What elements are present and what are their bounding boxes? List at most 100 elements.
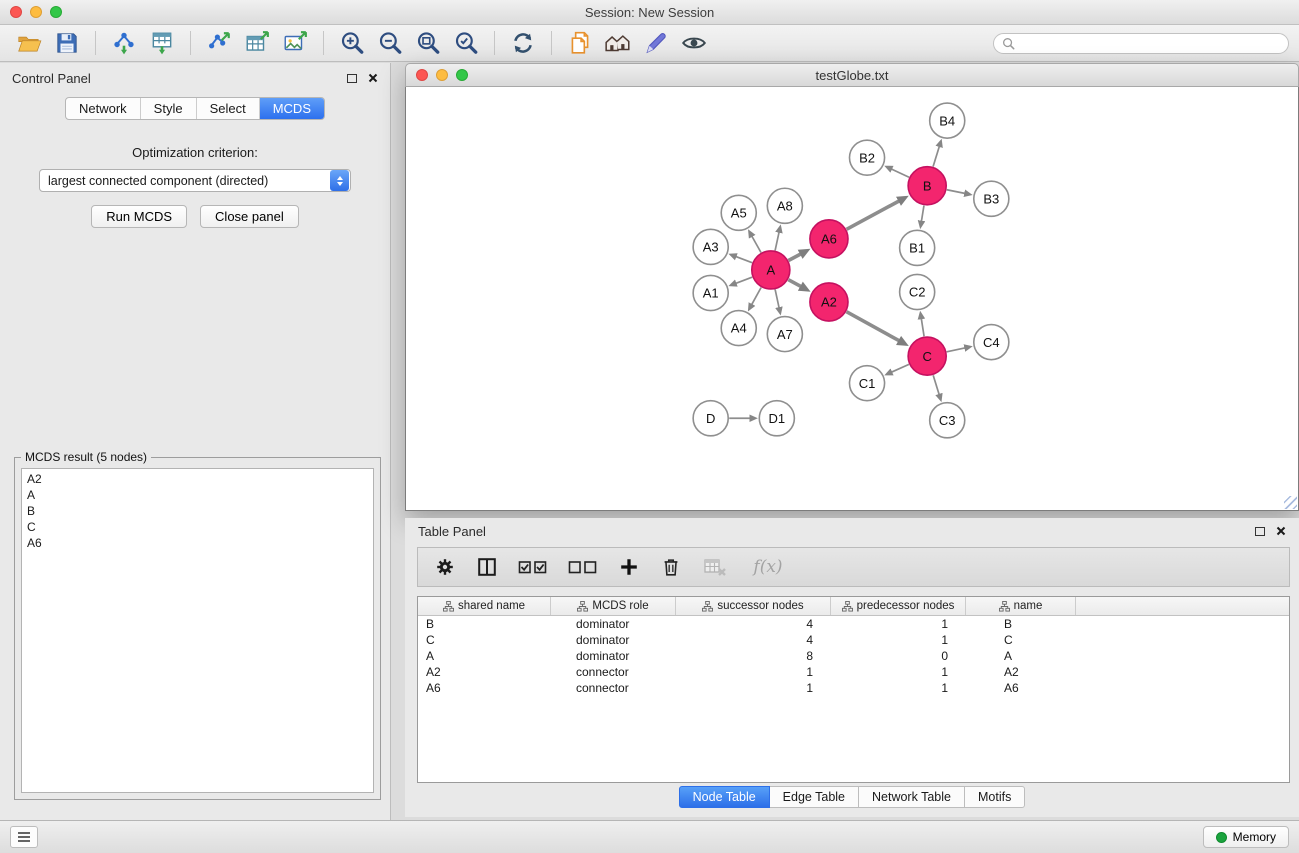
node-C[interactable]: C <box>908 337 946 375</box>
node-B1[interactable]: B1 <box>900 230 935 265</box>
edge-A-A5[interactable] <box>752 236 761 252</box>
close-window-button[interactable] <box>416 69 428 81</box>
zoom-out-button[interactable] <box>371 28 409 58</box>
table-row[interactable]: Adominator80A <box>418 648 1289 664</box>
float-panel-icon[interactable] <box>1255 527 1265 536</box>
delete-table-button[interactable] <box>700 552 730 582</box>
close-panel-icon[interactable] <box>368 73 378 83</box>
column-header-successor-nodes[interactable]: successor nodes <box>676 597 831 615</box>
tab-motifs[interactable]: Motifs <box>965 786 1025 808</box>
edge-A-A7[interactable] <box>775 289 779 307</box>
node-A6[interactable]: A6 <box>810 220 848 258</box>
export-network-button[interactable] <box>200 28 238 58</box>
column-header-shared-name[interactable]: shared name <box>418 597 551 615</box>
node-B3[interactable]: B3 <box>974 181 1009 216</box>
zoom-in-button[interactable] <box>333 28 371 58</box>
result-item[interactable]: A6 <box>22 535 373 551</box>
edge-B-B3[interactable] <box>947 190 965 194</box>
edge-C-C2[interactable] <box>921 319 924 337</box>
close-panel-button[interactable]: Close panel <box>200 205 299 228</box>
node-C3[interactable]: C3 <box>930 403 965 438</box>
import-table-button[interactable] <box>143 28 181 58</box>
zoom-selected-button[interactable] <box>447 28 485 58</box>
node-C1[interactable]: C1 <box>849 366 884 401</box>
window-resize-grip[interactable] <box>1284 496 1297 509</box>
table-row[interactable]: A6connector11A6 <box>418 680 1289 696</box>
table-row[interactable]: Cdominator41C <box>418 632 1289 648</box>
edge-A-A2[interactable] <box>788 280 801 287</box>
save-session-button[interactable] <box>48 28 86 58</box>
node-B4[interactable]: B4 <box>930 103 965 138</box>
edge-C-C3[interactable] <box>933 375 939 394</box>
edge-B-B4[interactable] <box>933 146 939 166</box>
edge-C-C1[interactable] <box>892 364 909 372</box>
edge-B-B1[interactable] <box>921 205 924 221</box>
export-image-button[interactable] <box>276 28 314 58</box>
tab-network[interactable]: Network <box>66 98 140 119</box>
table-row[interactable]: Bdominator41B <box>418 616 1289 632</box>
edge-B-B2[interactable] <box>892 169 909 177</box>
edge-A-A1[interactable] <box>736 277 752 283</box>
mcds-result-list[interactable]: A2ABCA6 <box>21 468 374 793</box>
node-A[interactable]: A <box>752 251 790 289</box>
run-mcds-button[interactable]: Run MCDS <box>91 205 187 228</box>
open-recent-button[interactable] <box>561 28 599 58</box>
close-window-button[interactable] <box>10 6 22 18</box>
result-item[interactable]: C <box>22 519 373 535</box>
table-row[interactable]: A2connector11A2 <box>418 664 1289 680</box>
function-builder-button[interactable]: f(x) <box>746 552 790 582</box>
node-D[interactable]: D <box>693 401 728 436</box>
network-graph[interactable]: B4B2BB3A5A8A6B1A3AC2A1A2A4A7C4CC1C3DD1 <box>406 87 1298 510</box>
deselect-all-button[interactable] <box>566 552 600 582</box>
float-panel-icon[interactable] <box>347 74 357 83</box>
zoom-window-button[interactable] <box>50 6 62 18</box>
edge-C-C4[interactable] <box>947 348 965 352</box>
zoom-fit-button[interactable] <box>409 28 447 58</box>
result-item[interactable]: A2 <box>22 471 373 487</box>
search-input[interactable] <box>1020 36 1280 50</box>
import-network-button[interactable] <box>105 28 143 58</box>
node-C2[interactable]: C2 <box>900 274 935 309</box>
tab-network-table[interactable]: Network Table <box>859 786 965 808</box>
edge-A-A8[interactable] <box>775 232 779 250</box>
edge-A6-B[interactable] <box>847 201 899 229</box>
table-options-button[interactable] <box>432 552 458 582</box>
edge-A-A3[interactable] <box>736 257 752 263</box>
edge-A2-C[interactable] <box>846 312 899 341</box>
show-columns-button[interactable] <box>474 552 500 582</box>
node-A5[interactable]: A5 <box>721 195 756 230</box>
close-panel-icon[interactable] <box>1276 526 1286 536</box>
tab-node-table[interactable]: Node Table <box>679 786 770 808</box>
export-table-button[interactable] <box>238 28 276 58</box>
node-A2[interactable]: A2 <box>810 283 848 321</box>
select-all-button[interactable] <box>516 552 550 582</box>
minimize-window-button[interactable] <box>30 6 42 18</box>
edge-A-A6[interactable] <box>788 254 800 261</box>
result-item[interactable]: A <box>22 487 373 503</box>
column-header-predecessor-nodes[interactable]: predecessor nodes <box>831 597 966 615</box>
node-B2[interactable]: B2 <box>849 140 884 175</box>
graphics-details-button[interactable] <box>637 28 675 58</box>
node-C4[interactable]: C4 <box>974 325 1009 360</box>
refresh-view-button[interactable] <box>504 28 542 58</box>
node-A8[interactable]: A8 <box>767 188 802 223</box>
delete-column-button[interactable] <box>658 552 684 582</box>
node-A7[interactable]: A7 <box>767 317 802 352</box>
memory-button[interactable]: Memory <box>1203 826 1289 848</box>
show-hide-button[interactable] <box>675 28 713 58</box>
network-overview-button[interactable] <box>599 28 637 58</box>
toolbar-search[interactable] <box>993 33 1289 54</box>
status-menu-button[interactable] <box>10 826 38 848</box>
node-D1[interactable]: D1 <box>759 401 794 436</box>
node-B[interactable]: B <box>908 167 946 205</box>
column-header-MCDS-role[interactable]: MCDS role <box>551 597 676 615</box>
edge-A-A4[interactable] <box>752 287 761 304</box>
tab-edge-table[interactable]: Edge Table <box>770 786 859 808</box>
optimization-criterion-select[interactable]: largest connected component (directed) <box>39 169 351 192</box>
column-header-name[interactable]: name <box>966 597 1076 615</box>
tab-mcds[interactable]: MCDS <box>259 98 324 119</box>
tab-style[interactable]: Style <box>140 98 196 119</box>
result-item[interactable]: B <box>22 503 373 519</box>
node-A1[interactable]: A1 <box>693 275 728 310</box>
zoom-window-button[interactable] <box>456 69 468 81</box>
